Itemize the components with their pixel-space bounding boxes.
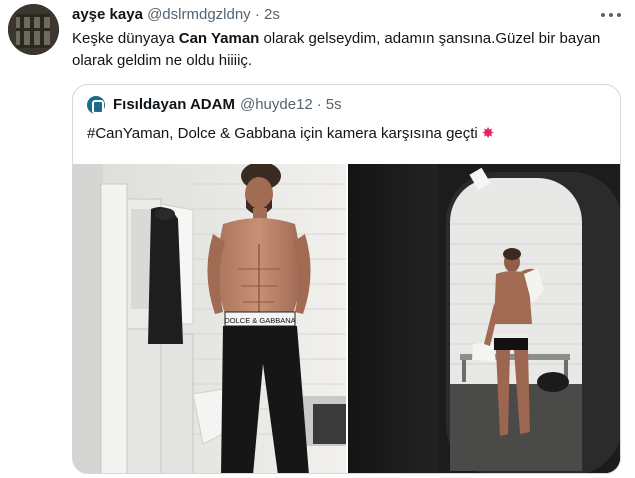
author-name[interactable]: ayşe kaya — [72, 6, 143, 23]
underwear-brand-label: DOLCE & GABBANA — [224, 316, 295, 325]
quoted-tweet[interactable]: Fısıldayan ADAM @huyde12 · 5s #CanYaman,… — [72, 84, 621, 474]
tweet-header: ayşe kaya @dslrmdgzldny · 2s — [72, 4, 617, 26]
more-horizontal-icon[interactable] — [601, 9, 621, 21]
quoted-text-content: #CanYaman, Dolce & Gabbana için kamera k… — [87, 125, 478, 142]
quoted-author-name[interactable]: Fısıldayan ADAM — [113, 95, 235, 115]
separator-dot: · — [254, 6, 260, 23]
tweet-timestamp[interactable]: 2s — [264, 6, 280, 23]
author-avatar[interactable] — [8, 4, 59, 55]
media-grid: DOLCE & GABBANA — [73, 164, 620, 473]
photo-locker-room[interactable]: DOLCE & GABBANA — [73, 164, 346, 473]
quoted-separator-dot: · — [316, 96, 322, 113]
tweet-text: Keşke dünyaya Can Yaman olarak gelseydim… — [72, 28, 617, 72]
quoted-tweet-header: Fısıldayan ADAM @huyde12 · 5s — [87, 95, 346, 115]
tweet-text-start: Keşke dünyaya — [72, 30, 179, 47]
photo-mirror[interactable] — [348, 164, 620, 473]
tweet-text-bold: Can Yaman — [178, 30, 260, 47]
fisildayan-adam-logo[interactable] — [87, 96, 105, 114]
collision-emoji: ✸ — [481, 125, 495, 142]
quoted-tweet-text: #CanYaman, Dolce & Gabbana için kamera k… — [87, 123, 494, 145]
quoted-author-handle[interactable]: @huyde12 — [240, 95, 313, 115]
quoted-timestamp[interactable]: 5s — [326, 95, 342, 115]
author-handle[interactable]: @dslrmdgzldny — [147, 6, 251, 23]
